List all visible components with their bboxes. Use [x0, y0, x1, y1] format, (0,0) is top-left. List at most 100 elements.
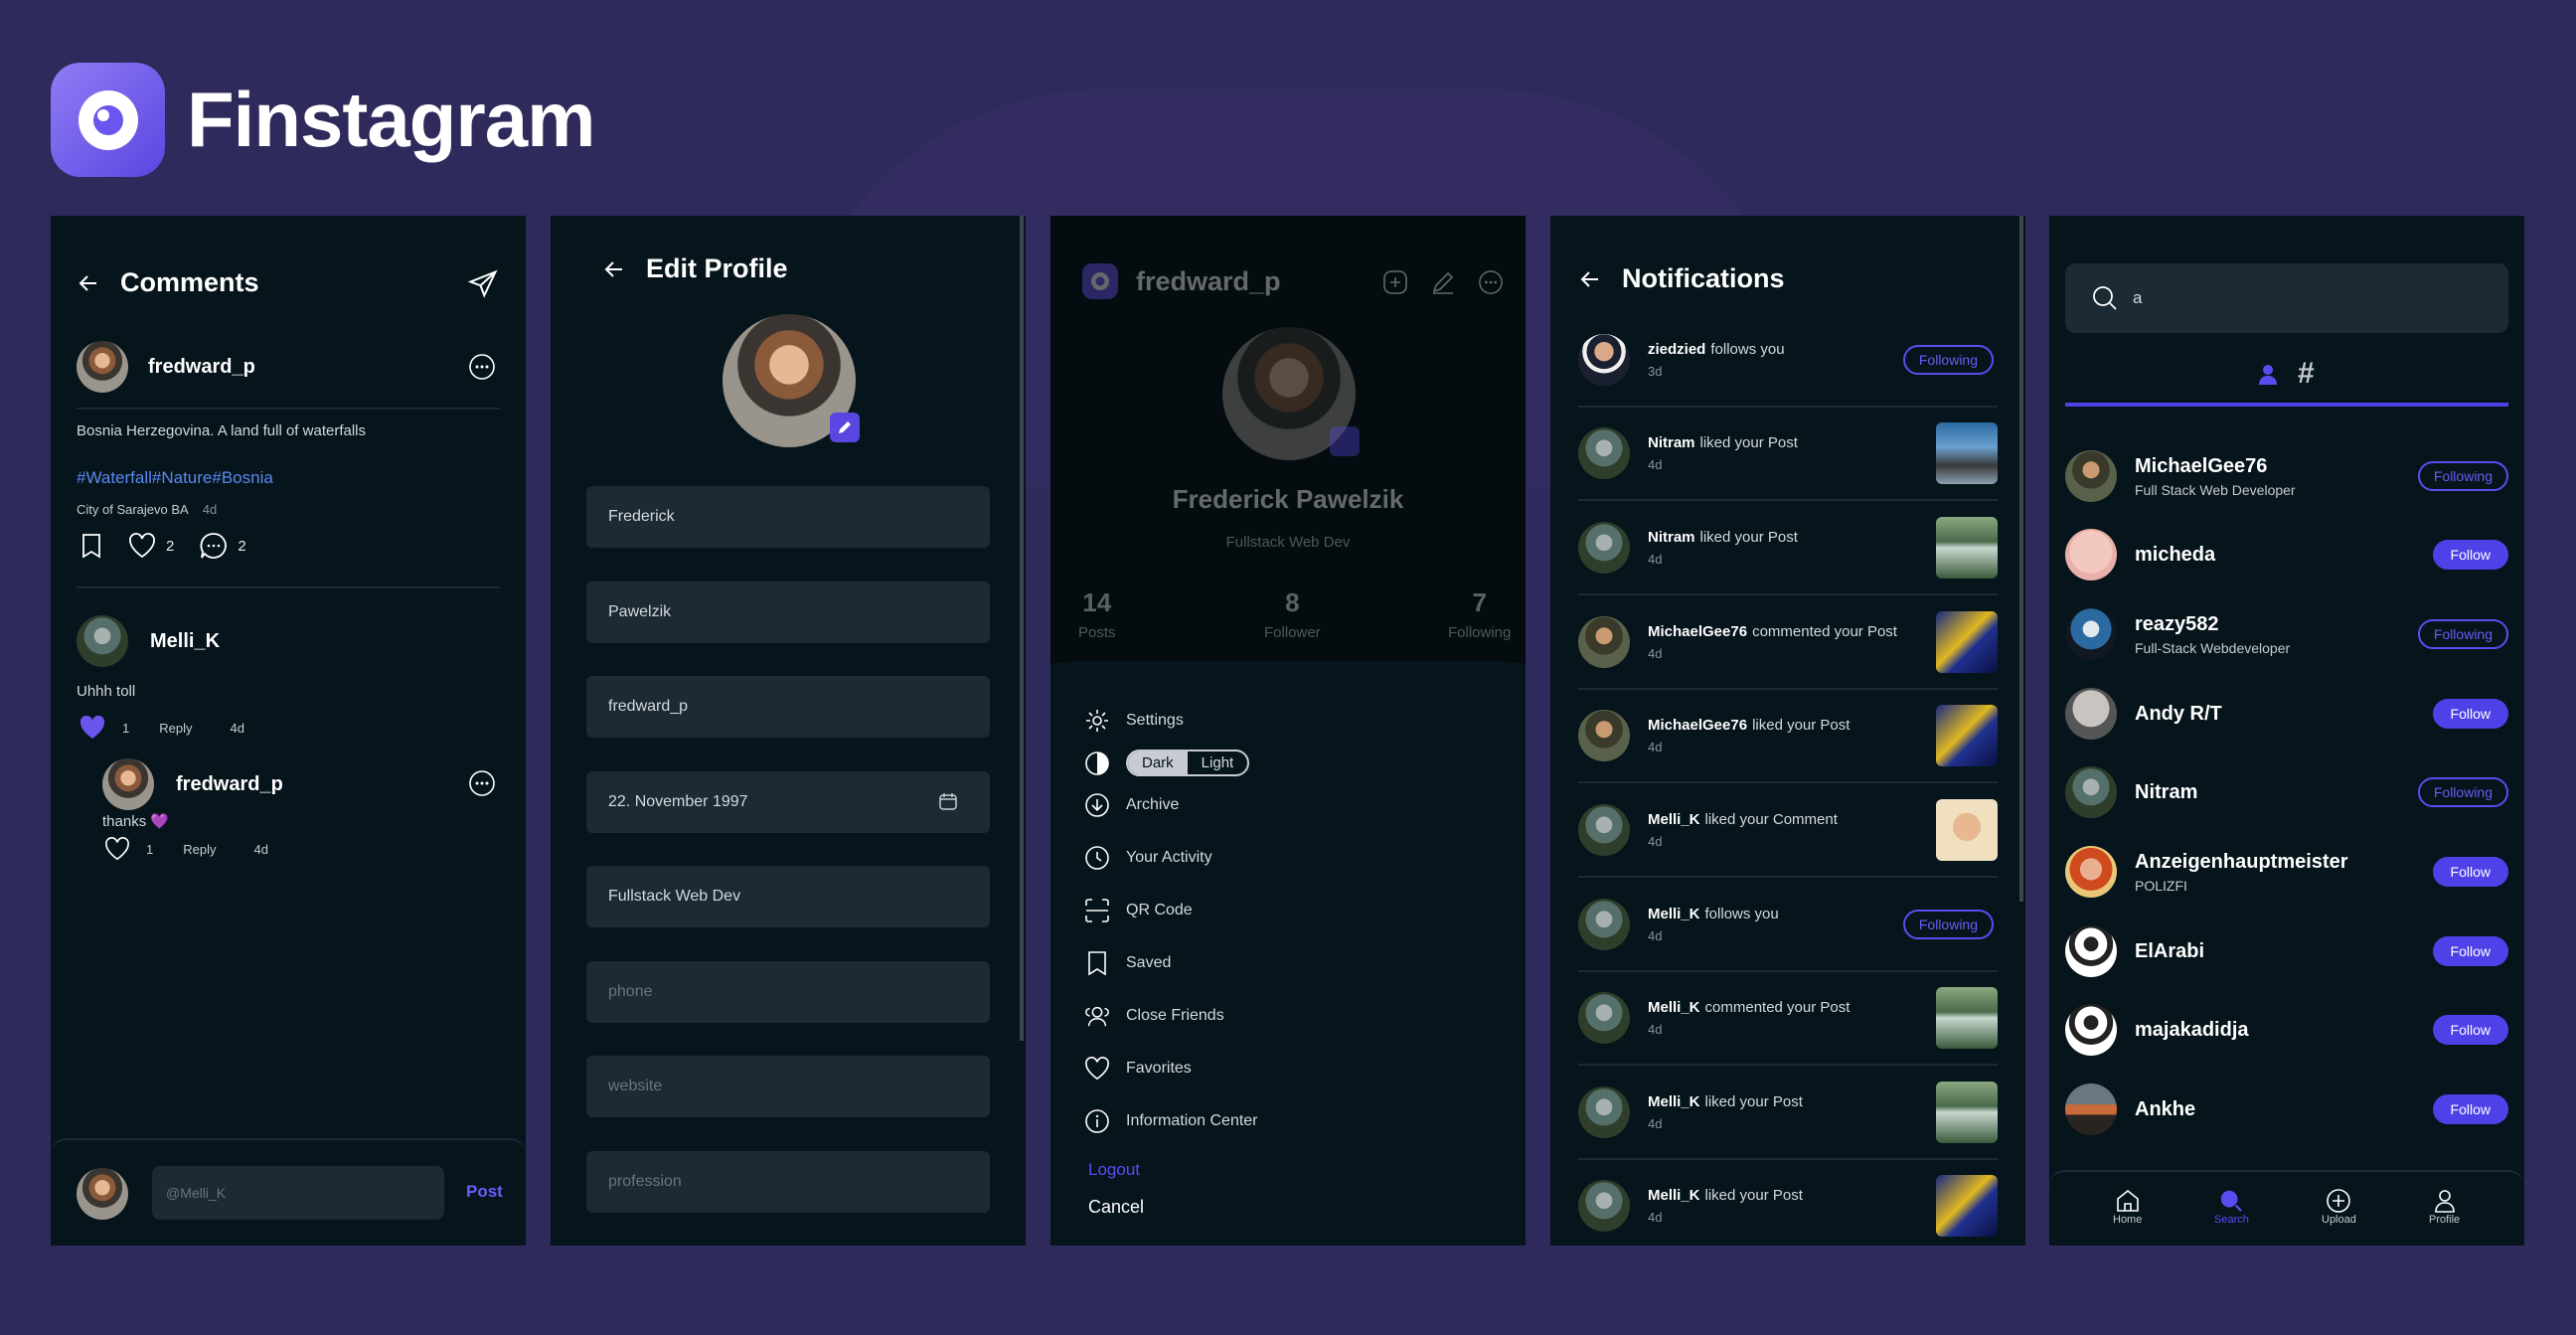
theme-light-option[interactable]: Light — [1188, 751, 1248, 774]
notification-username[interactable]: Melli_K — [1648, 1093, 1700, 1110]
user-name[interactable]: MichaelGee76 — [2135, 455, 2267, 477]
avatar[interactable] — [2065, 529, 2117, 581]
user-name[interactable]: reazy582 — [2135, 613, 2219, 635]
follow-button[interactable]: Follow — [2432, 540, 2508, 570]
avatar[interactable] — [1578, 992, 1630, 1044]
nav-search[interactable]: Search — [2214, 1188, 2249, 1226]
post-thumbnail[interactable] — [1936, 422, 1998, 484]
user-result[interactable]: Nitram Following — [2065, 752, 2508, 832]
menu-qr-code[interactable]: QR Code — [1084, 898, 1193, 923]
avatar[interactable] — [2065, 925, 2117, 977]
send-icon[interactable] — [468, 269, 498, 299]
comment-input[interactable]: @Melli_K — [152, 1166, 444, 1220]
first-name-field[interactable]: Frederick — [586, 486, 990, 548]
user-name[interactable]: ElArabi — [2135, 940, 2204, 962]
reply-author[interactable]: fredward_p — [102, 758, 283, 810]
follow-button[interactable]: Follow — [2432, 857, 2508, 887]
notification-item[interactable]: Nitram liked your Post 4d — [1578, 408, 1998, 501]
follow-button[interactable]: Follow — [2432, 1094, 2508, 1124]
notification-item[interactable]: Melli_K liked your Post 4d — [1578, 1160, 1998, 1246]
user-name[interactable]: Andy R/T — [2135, 703, 2222, 725]
following-button[interactable]: Following — [1902, 910, 1994, 939]
notification-item[interactable]: ziedzied follows you 3d Following — [1578, 314, 1998, 408]
notification-username[interactable]: Nitram — [1648, 529, 1695, 546]
post-button[interactable]: Post — [466, 1182, 503, 1202]
notification-item[interactable]: Melli_K liked your Comment 4d — [1578, 784, 1998, 878]
notification-username[interactable]: Melli_K — [1648, 906, 1700, 922]
menu-activity[interactable]: Your Activity — [1084, 845, 1212, 871]
notification-username[interactable]: MichaelGee76 — [1648, 717, 1747, 734]
username-field[interactable]: fredward_p — [586, 676, 990, 738]
user-result[interactable]: Anzeigenhauptmeister POLIZFI Follow — [2065, 832, 2508, 912]
user-result[interactable]: Andy R/T Follow — [2065, 674, 2508, 753]
scrollbar[interactable] — [2019, 216, 2023, 902]
follow-button[interactable]: Follow — [2432, 1015, 2508, 1045]
post-thumbnail[interactable] — [1936, 799, 1998, 861]
back-arrow-icon[interactable] — [602, 257, 626, 281]
avatar[interactable] — [1578, 1180, 1630, 1232]
notification-username[interactable]: Melli_K — [1648, 1187, 1700, 1204]
post-thumbnail[interactable] — [1936, 987, 1998, 1049]
heart-filled-icon[interactable] — [79, 715, 106, 741]
post-thumbnail[interactable] — [1936, 1082, 1998, 1143]
user-result[interactable]: reazy582 Full-Stack Webdeveloper Following — [2065, 594, 2508, 674]
avatar[interactable] — [1578, 710, 1630, 761]
notification-item[interactable]: Melli_K follows you 4d Following — [1578, 879, 1998, 972]
profession-field[interactable]: profession — [586, 1151, 990, 1213]
theme-toggle[interactable]: Dark Light — [1084, 750, 1250, 776]
reply-link[interactable]: Reply — [183, 842, 216, 857]
menu-settings[interactable]: Settings — [1084, 708, 1184, 734]
notification-username[interactable]: ziedzied — [1648, 341, 1705, 358]
avatar[interactable] — [2065, 1004, 2117, 1056]
user-name[interactable]: micheda — [2135, 544, 2215, 566]
notification-username[interactable]: Melli_K — [1648, 811, 1700, 828]
comment-button[interactable]: 2 — [200, 532, 246, 560]
post-thumbnail[interactable] — [1936, 705, 1998, 766]
avatar[interactable] — [2065, 450, 2117, 502]
comment-author[interactable]: Melli_K — [77, 615, 220, 667]
following-button[interactable]: Following — [1902, 345, 1994, 375]
menu-saved[interactable]: Saved — [1084, 950, 1171, 976]
user-name[interactable]: Anzeigenhauptmeister — [2135, 851, 2347, 873]
hashtag-tab-icon[interactable]: # — [2298, 357, 2315, 391]
edit-icon[interactable] — [1430, 269, 1456, 295]
avatar[interactable] — [1578, 522, 1630, 574]
avatar[interactable] — [2065, 608, 2117, 660]
avatar[interactable] — [2065, 766, 2117, 818]
post-thumbnail[interactable] — [1936, 517, 1998, 579]
notification-item[interactable]: Melli_K commented your Post 4d — [1578, 972, 1998, 1066]
user-result[interactable]: Ankhe Follow — [2065, 1070, 2508, 1149]
user-tab-icon[interactable] — [2256, 362, 2280, 386]
avatar[interactable] — [1578, 899, 1630, 950]
post-location[interactable]: City of Sarajevo BA — [77, 502, 189, 517]
menu-information-center[interactable]: Information Center — [1084, 1108, 1258, 1134]
heart-icon[interactable] — [104, 837, 130, 861]
cancel-button[interactable]: Cancel — [1088, 1197, 1144, 1218]
menu-favorites[interactable]: Favorites — [1084, 1056, 1192, 1082]
notification-username[interactable]: Nitram — [1648, 434, 1695, 451]
last-name-field[interactable]: Pawelzik — [586, 582, 990, 643]
more-options-icon[interactable] — [1478, 269, 1504, 295]
website-field[interactable]: website — [586, 1056, 990, 1117]
avatar[interactable] — [2065, 846, 2117, 898]
avatar[interactable] — [2065, 688, 2117, 740]
post-thumbnail[interactable] — [1936, 1175, 1998, 1237]
avatar[interactable] — [1578, 616, 1630, 668]
avatar[interactable] — [1578, 334, 1630, 386]
post-hashtags[interactable]: #Waterfall#Nature#Bosnia — [77, 468, 273, 488]
search-bar[interactable]: a — [2065, 263, 2508, 333]
user-result[interactable]: MichaelGee76 Full Stack Web Developer Foll… — [2065, 436, 2508, 516]
following-button[interactable]: Following — [2417, 619, 2508, 649]
bio-field[interactable]: Fullstack Web Dev — [586, 866, 990, 927]
avatar[interactable] — [1578, 1086, 1630, 1138]
avatar[interactable] — [1578, 804, 1630, 856]
reply-link[interactable]: Reply — [159, 721, 192, 736]
post-thumbnail[interactable] — [1936, 611, 1998, 673]
notification-username[interactable]: Melli_K — [1648, 999, 1700, 1016]
theme-dark-option[interactable]: Dark — [1128, 751, 1188, 774]
avatar[interactable] — [2065, 1084, 2117, 1135]
more-options-icon[interactable] — [468, 769, 496, 797]
avatar[interactable] — [1578, 427, 1630, 479]
edit-photo-icon[interactable] — [830, 413, 860, 442]
nav-upload[interactable]: Upload — [2322, 1188, 2356, 1226]
